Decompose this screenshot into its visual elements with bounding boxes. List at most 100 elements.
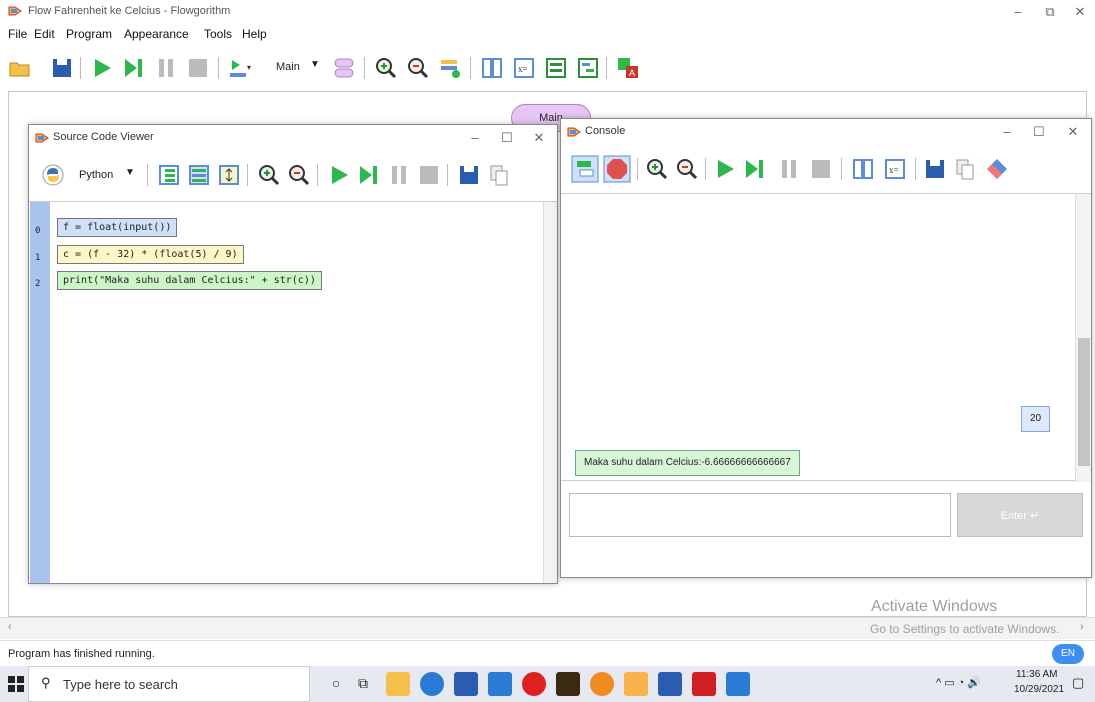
variables-icon[interactable]: x=	[883, 157, 907, 181]
code-line[interactable]: c = (f - 32) * (float(5) / 9)	[57, 245, 244, 264]
taskbar-date[interactable]: 10/29/2021	[1014, 684, 1064, 695]
windows-start-icon[interactable]	[8, 676, 24, 692]
opera-icon[interactable]	[522, 672, 546, 696]
layout-icon[interactable]	[438, 56, 462, 80]
translate-icon[interactable]: A	[616, 56, 640, 80]
vertical-scrollbar[interactable]	[1075, 194, 1091, 482]
stop-icon[interactable]	[809, 157, 833, 181]
vertical-scrollbar[interactable]	[543, 202, 557, 583]
function-select[interactable]: Main	[276, 61, 300, 73]
menu-file[interactable]: File	[8, 27, 27, 41]
stop-icon[interactable]	[417, 163, 441, 187]
clear-icon[interactable]	[603, 155, 631, 183]
vscode-icon[interactable]	[726, 672, 750, 696]
source-viewer-close-button[interactable]: ✕	[527, 129, 551, 147]
eraser-icon[interactable]	[985, 157, 1009, 181]
save-icon[interactable]	[50, 56, 74, 80]
task-view-icon[interactable]: ⧉	[358, 675, 368, 692]
illustrator-icon[interactable]	[556, 672, 580, 696]
code-area[interactable]: 0 f = float(input()) 1 c = (f - 32) * (f…	[29, 201, 557, 583]
window-title: Flow Fahrenheit ke Celcius - Flowgorithm	[28, 5, 231, 17]
console-maximize-button[interactable]: ☐	[1027, 123, 1051, 141]
run-icon[interactable]	[327, 163, 351, 187]
system-tray-icons[interactable]: ^ ▭ ◔ 🔊	[936, 676, 981, 689]
pause-icon[interactable]	[154, 56, 178, 80]
console-close-button[interactable]: ✕	[1061, 123, 1085, 141]
step-icon[interactable]	[357, 163, 381, 187]
menu-help[interactable]: Help	[242, 27, 267, 41]
notification-icon[interactable]: ▢	[1072, 675, 1084, 691]
acrobat-icon[interactable]	[692, 672, 716, 696]
pause-icon[interactable]	[387, 163, 411, 187]
console-minimize-button[interactable]: –	[995, 123, 1019, 141]
enter-arrow-icon: ↵	[1030, 510, 1040, 522]
source-viewer-minimize-button[interactable]: –	[463, 129, 487, 147]
svg-text:A: A	[629, 68, 635, 78]
toolbar-separator	[637, 158, 638, 180]
zoom-out-icon[interactable]	[675, 157, 699, 181]
horizontal-scrollbar[interactable]: ‹ Go to Settings to activate Windows. ›	[0, 617, 1095, 639]
store-icon[interactable]	[454, 672, 478, 696]
file-explorer-icon[interactable]	[386, 672, 410, 696]
scrollbar-thumb[interactable]	[1078, 338, 1090, 466]
enter-button[interactable]: Enter ↵	[957, 493, 1083, 537]
minimize-button[interactable]: –	[1006, 3, 1030, 21]
chevron-down-icon[interactable]: ▼	[310, 59, 320, 70]
run-speed-icon[interactable]: ▾	[228, 56, 252, 80]
add-function-icon[interactable]	[332, 56, 356, 80]
copy-icon[interactable]	[953, 157, 977, 181]
close-button[interactable]: ✕	[1068, 3, 1092, 21]
step-icon[interactable]	[743, 157, 767, 181]
save-icon[interactable]	[923, 157, 947, 181]
step-icon[interactable]	[122, 56, 146, 80]
zoom-in-icon[interactable]	[374, 56, 398, 80]
toolbar-separator	[915, 158, 916, 180]
zoom-in-icon[interactable]	[645, 157, 669, 181]
title-bar: Flow Fahrenheit ke Celcius - Flowgorithm…	[0, 0, 1095, 24]
toolbar-separator	[147, 164, 148, 186]
highlight-icon[interactable]	[187, 163, 211, 187]
stop-icon[interactable]	[186, 56, 210, 80]
language-select[interactable]: Python	[79, 169, 113, 181]
flowgorithm-taskbar-icon[interactable]	[624, 672, 648, 696]
console-icon[interactable]	[576, 56, 600, 80]
scroll-left-icon[interactable]: ‹	[8, 621, 12, 633]
save-icon[interactable]	[457, 163, 481, 187]
pause-icon[interactable]	[777, 157, 801, 181]
word-icon[interactable]	[658, 672, 682, 696]
language-badge[interactable]: EN	[1052, 644, 1084, 664]
mail-icon[interactable]	[488, 672, 512, 696]
variable-watch-icon[interactable]	[851, 157, 875, 181]
zoom-out-icon[interactable]	[287, 163, 311, 187]
cortana-icon[interactable]: ○	[332, 675, 340, 691]
zoom-in-icon[interactable]	[257, 163, 281, 187]
code-line[interactable]: f = float(input())	[57, 218, 178, 237]
svg-text:x=: x=	[518, 64, 528, 74]
run-icon[interactable]	[713, 157, 737, 181]
svg-text:▾: ▾	[247, 63, 251, 72]
menu-program[interactable]: Program	[66, 27, 112, 41]
run-icon[interactable]	[90, 56, 114, 80]
console-input-field[interactable]	[569, 493, 951, 537]
copy-icon[interactable]	[487, 163, 511, 187]
line-numbers-icon[interactable]	[157, 163, 181, 187]
zoom-out-icon[interactable]	[406, 56, 430, 80]
chevron-down-icon[interactable]: ▼	[125, 167, 135, 178]
maximize-button[interactable]: ⧉	[1038, 3, 1062, 21]
menu-appearance[interactable]: Appearance	[124, 27, 189, 41]
open-folder-icon[interactable]	[8, 56, 32, 80]
firefox-icon[interactable]	[590, 672, 614, 696]
menu-tools[interactable]: Tools	[204, 27, 232, 41]
chat-mode-icon[interactable]	[571, 155, 599, 183]
menu-edit[interactable]: Edit	[34, 27, 55, 41]
source-viewer-maximize-button[interactable]: ☐	[495, 129, 519, 147]
source-code-icon[interactable]	[544, 56, 568, 80]
fit-icon[interactable]	[217, 163, 241, 187]
taskbar-search-box[interactable]: ⚲ Type here to search	[28, 666, 310, 702]
edge-icon[interactable]	[420, 672, 444, 696]
variables-icon[interactable]: x=	[512, 56, 536, 80]
taskbar-time[interactable]: 11:36 AM	[1016, 669, 1058, 680]
variable-watch-icon[interactable]	[480, 56, 504, 80]
scroll-right-icon[interactable]: ›	[1080, 621, 1084, 633]
code-line[interactable]: print("Maka suhu dalam Celcius:" + str(c…	[57, 271, 322, 290]
